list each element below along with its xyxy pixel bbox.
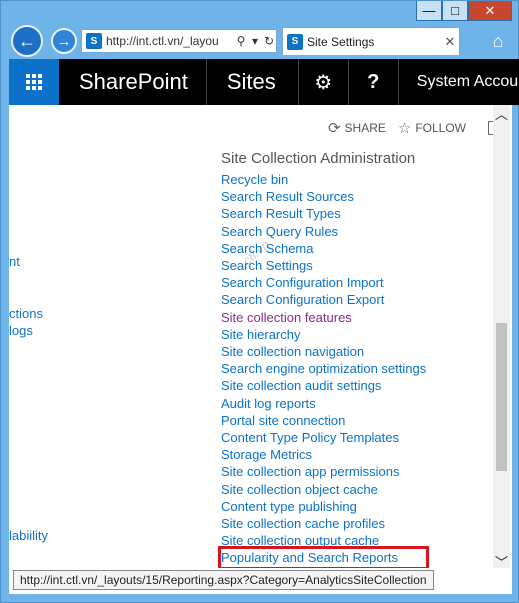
link-search-configuration-import[interactable]: Search Configuration Import — [221, 274, 426, 291]
tab-site-settings[interactable]: S Site Settings ✕ — [282, 27, 460, 55]
admin-links: Recycle bin Search Result Sources Search… — [217, 171, 430, 570]
share-button[interactable]: ⟳ SHARE — [328, 119, 386, 137]
site-collection-admin-section: Site Collection Administration Recycle b… — [217, 150, 430, 570]
sharepoint-favicon-icon: S — [86, 33, 102, 49]
vertical-scrollbar[interactable]: ︿ ﹀ — [493, 105, 510, 570]
link-site-collection-features[interactable]: Site collection features — [221, 309, 426, 326]
link-search-query-rules[interactable]: Search Query Rules — [221, 223, 426, 240]
share-label: SHARE — [344, 121, 386, 135]
left-link[interactable]: ctions — [9, 306, 43, 321]
link-site-collection-cache-profiles[interactable]: Site collection cache profiles — [221, 515, 426, 532]
gear-icon[interactable]: ⚙ — [299, 59, 349, 105]
page-content: ⟳ SHARE ☆ FOLLOW nt ctions logs labiilit… — [9, 105, 512, 570]
maximize-button[interactable]: □ — [442, 1, 468, 21]
scrollbar-thumb[interactable] — [496, 323, 507, 471]
follow-label: FOLLOW — [415, 121, 466, 135]
star-icon: ☆ — [397, 120, 412, 137]
link-search-configuration-export[interactable]: Search Configuration Export — [221, 291, 426, 308]
left-link[interactable]: logs — [9, 323, 33, 338]
sharepoint-brand[interactable]: SharePoint — [59, 59, 207, 105]
link-site-collection-app-permissions[interactable]: Site collection app permissions — [221, 463, 426, 480]
tab-close-icon[interactable]: ✕ — [441, 34, 459, 50]
link-recycle-bin[interactable]: Recycle bin — [221, 171, 426, 188]
link-site-collection-output-cache[interactable]: Site collection output cache — [221, 532, 426, 549]
share-icon: ⟳ — [327, 120, 341, 137]
app-launcher-button[interactable] — [9, 59, 59, 105]
left-link[interactable]: nt — [9, 254, 20, 269]
navigation-bar: ← → S http://int.ctl.vn/_layou ⚲ ▾ ↻ S S… — [1, 23, 518, 59]
link-search-settings[interactable]: Search Settings — [221, 257, 426, 274]
link-site-hierarchy[interactable]: Site hierarchy — [221, 326, 426, 343]
help-icon[interactable]: ? — [349, 59, 399, 105]
address-text: http://int.ctl.vn/_layou — [106, 34, 219, 48]
link-site-collection-object-cache[interactable]: Site collection object cache — [221, 481, 426, 498]
link-search-schema[interactable]: Search Schema — [221, 240, 426, 257]
search-icon[interactable]: ⚲ — [234, 34, 248, 48]
link-search-result-sources[interactable]: Search Result Sources — [221, 188, 426, 205]
sites-link[interactable]: Sites — [207, 59, 299, 105]
back-button[interactable]: ← — [11, 25, 43, 57]
link-content-type-policy-templates[interactable]: Content Type Policy Templates — [221, 429, 426, 446]
tab-title: Site Settings — [307, 34, 375, 49]
link-storage-metrics[interactable]: Storage Metrics — [221, 446, 426, 463]
account-menu[interactable]: System Accou — [399, 73, 518, 91]
address-bar[interactable]: S http://int.ctl.vn/_layou ⚲ ▾ ↻ — [81, 29, 277, 53]
forward-button[interactable]: → — [51, 28, 77, 54]
link-search-result-types[interactable]: Search Result Types — [221, 205, 426, 222]
dropdown-icon[interactable]: ▾ — [248, 34, 262, 48]
link-content-type-publishing[interactable]: Content type publishing — [221, 498, 426, 515]
link-site-collection-navigation[interactable]: Site collection navigation — [221, 343, 426, 360]
waffle-icon — [26, 74, 42, 90]
status-url: http://int.ctl.vn/_layouts/15/Reporting.… — [13, 570, 434, 590]
window-controls: — □ ✕ — [416, 1, 512, 21]
close-window-button[interactable]: ✕ — [468, 1, 512, 21]
refresh-icon[interactable]: ↻ — [262, 34, 276, 48]
link-audit-log-reports[interactable]: Audit log reports — [221, 395, 426, 412]
minimize-button[interactable]: — — [416, 1, 442, 21]
browser-window: — □ ✕ ← → S http://int.ctl.vn/_layou ⚲ ▾… — [0, 0, 519, 603]
page-actions: ⟳ SHARE ☆ FOLLOW — [328, 119, 504, 137]
left-link[interactable]: labiility — [9, 528, 48, 543]
status-bar: http://int.ctl.vn/_layouts/15/Reporting.… — [9, 568, 512, 594]
link-seo-settings[interactable]: Search engine optimization settings — [221, 360, 426, 377]
follow-button[interactable]: ☆ FOLLOW — [398, 119, 466, 137]
link-site-collection-audit-settings[interactable]: Site collection audit settings — [221, 377, 426, 394]
link-portal-site-connection[interactable]: Portal site connection — [221, 412, 426, 429]
link-popularity-and-search-reports[interactable]: Popularity and Search Reports — [217, 546, 430, 570]
sharepoint-tab-icon: S — [287, 33, 303, 50]
suite-bar: SharePoint Sites ⚙ ? System Accou — [9, 59, 519, 105]
section-title: Site Collection Administration — [221, 150, 416, 167]
scroll-up-icon[interactable]: ︿ — [493, 105, 510, 122]
home-icon[interactable]: ⌂ — [486, 29, 510, 53]
